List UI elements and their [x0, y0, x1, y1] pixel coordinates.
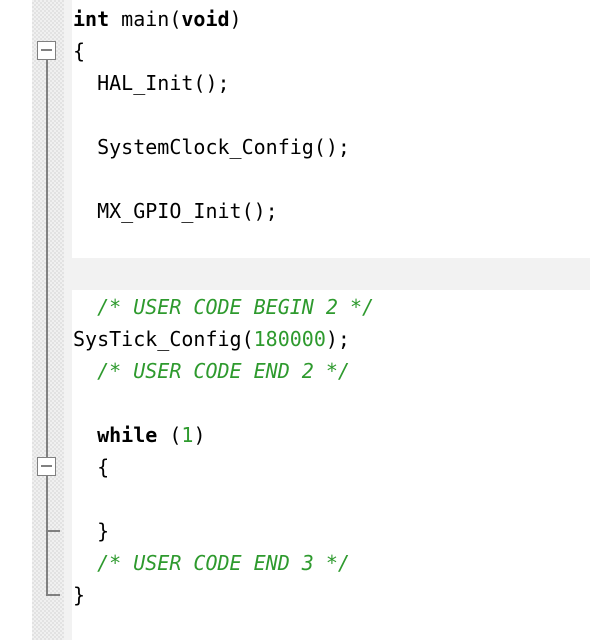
comment-token: /* USER CODE BEGIN 2 */ — [73, 295, 375, 319]
comment-token: /* USER CODE END 2 */ — [73, 359, 350, 383]
fold-guide-line — [46, 60, 48, 595]
code-token: ) — [229, 7, 242, 31]
fold-minus-icon[interactable] — [37, 457, 56, 476]
keyword-token: void — [181, 7, 230, 31]
code-token: { — [73, 39, 86, 63]
code-token: main( — [109, 7, 182, 31]
code-line[interactable]: /* USER CODE END 2 */ — [73, 355, 350, 387]
code-line[interactable]: MX_GPIO_Init(); — [73, 195, 278, 227]
fold-end-tick — [46, 594, 60, 596]
code-token: { — [73, 455, 110, 479]
fold-end-tick — [46, 530, 60, 532]
fold-minus-icon[interactable] — [37, 41, 56, 60]
code-token: HAL_Init(); — [73, 71, 230, 95]
code-token: } — [73, 583, 86, 607]
code-line[interactable]: } — [73, 579, 85, 611]
code-line[interactable]: HAL_Init(); — [73, 67, 230, 99]
code-token: } — [73, 519, 110, 543]
code-line[interactable]: { — [73, 451, 109, 483]
code-line[interactable]: /* USER CODE BEGIN 2 */ — [73, 291, 374, 323]
comment-token: /* USER CODE END 3 */ — [73, 551, 350, 575]
code-line[interactable]: int main(void) — [73, 3, 242, 35]
code-line[interactable]: /* USER CODE END 3 */ — [73, 547, 350, 579]
keyword-token: while — [97, 423, 158, 447]
margin-divider — [64, 0, 72, 640]
code-token: ( — [157, 423, 182, 447]
code-line[interactable]: } — [73, 515, 109, 547]
code-token: SystemClock_Config(); — [73, 135, 350, 159]
code-line[interactable]: SystemClock_Config(); — [73, 131, 350, 163]
code-line[interactable]: while (1) — [73, 419, 206, 451]
code-token: ) — [193, 423, 206, 447]
code-token: SysTick_Config( — [73, 327, 254, 351]
line-margin — [0, 0, 32, 640]
fold-margin — [32, 0, 64, 640]
number-token: 180000 — [253, 327, 326, 351]
keyword-token: int — [73, 7, 110, 31]
code-line[interactable]: { — [73, 35, 85, 67]
code-token: ); — [325, 327, 350, 351]
current-line-highlight — [72, 258, 590, 290]
code-token: MX_GPIO_Init(); — [73, 199, 278, 223]
code-editor[interactable]: int main(void) { HAL_Init(); SystemClock_… — [0, 0, 590, 640]
number-token: 1 — [181, 423, 194, 447]
code-line[interactable]: SysTick_Config(180000); — [73, 323, 350, 355]
